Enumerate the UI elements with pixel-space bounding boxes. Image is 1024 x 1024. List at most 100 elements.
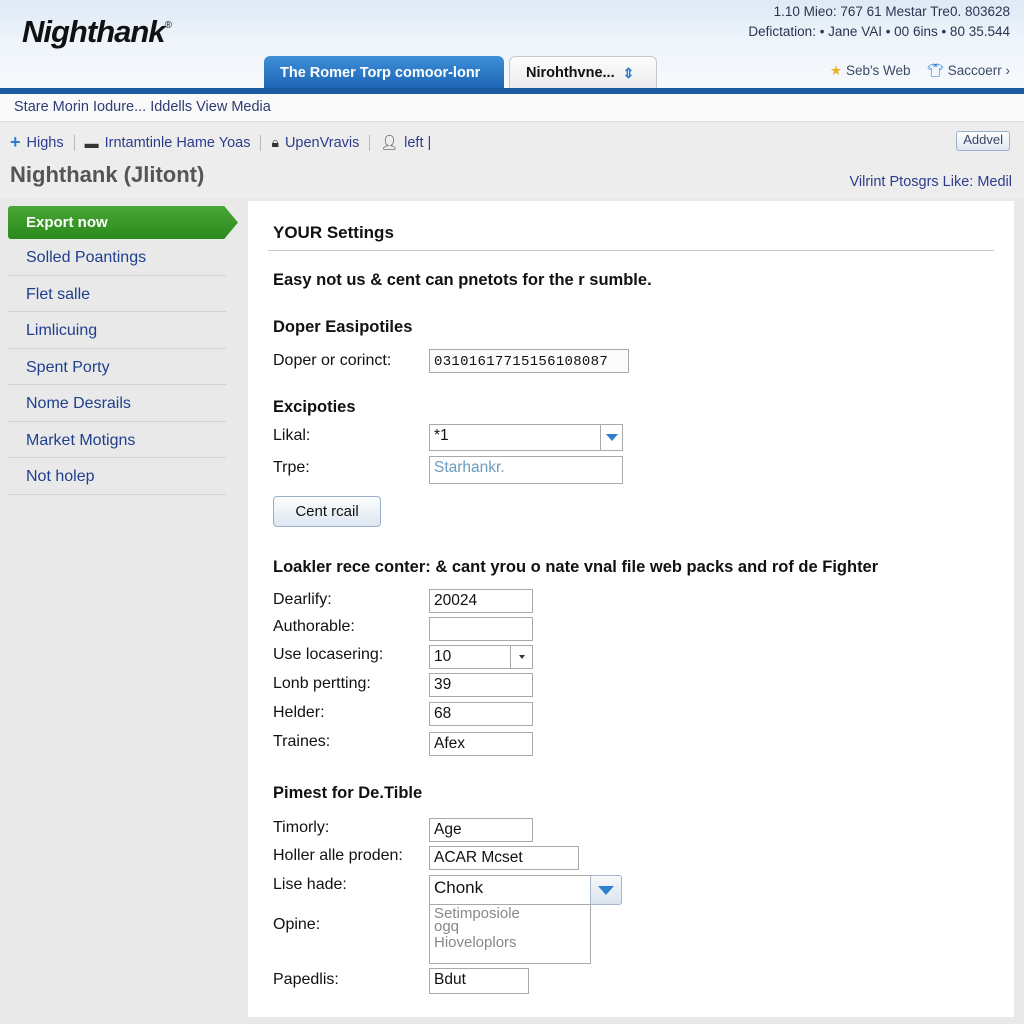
sidebar: Export now Solled Poantings Flet salle L… [8, 206, 240, 495]
tool-left[interactable]: 👤︎ left | [380, 134, 431, 151]
field-label: Papedlis: [273, 971, 339, 988]
sidebar-item[interactable]: Not holep [8, 458, 226, 495]
sidebar-item[interactable]: Flet salle [8, 276, 226, 312]
logo-text: Nighthank [22, 14, 166, 49]
lock-icon: 🔒︎ [271, 134, 279, 150]
type-input[interactable]: Starhankr. [429, 456, 623, 484]
input-value: 39 [434, 676, 452, 693]
lonb-pertting-input[interactable]: 39 [429, 673, 533, 697]
dropdown-button[interactable] [600, 425, 622, 450]
settings-panel: YOUR Settings Easy not us & cent can pne… [248, 201, 1014, 1017]
logo[interactable]: Nighthank® [22, 14, 172, 50]
select-value: Chonk [434, 878, 484, 897]
divider [369, 134, 371, 151]
sidebar-item[interactable]: Solled Poantings [8, 239, 226, 276]
tab-bar: The Romer Torp comoor-lonr Nirohthvne...… [264, 56, 657, 89]
link-sebs-web[interactable]: ★ Seb's Web [830, 63, 911, 79]
list-option[interactable]: Hioveloplors [434, 935, 586, 949]
chevron-down-icon [598, 885, 614, 895]
papedlis-input[interactable]: Bdut [429, 968, 529, 994]
section-heading: Loakler rece conter: & cant yrou o nate … [273, 558, 879, 576]
helder-input[interactable]: 68 [429, 702, 533, 726]
tab-romer-torp[interactable]: The Romer Torp comoor-lonr [264, 56, 504, 89]
right-link[interactable]: Vilrint Ptosgrs Like: Medil [849, 174, 1012, 190]
dropdown-button[interactable] [590, 875, 622, 905]
page-title: Nighthank (Jlitont) [10, 162, 205, 187]
sidebar-item[interactable]: Spent Porty [8, 349, 226, 385]
cent-rcail-button[interactable]: Cent rcail [273, 496, 381, 527]
divider [73, 134, 75, 151]
header-links: ★ Seb's Web 👕︎ Saccoerr › [830, 63, 1010, 79]
tool-irntamtinle[interactable]: ▬ Irntamtinle Hame Yoas [85, 135, 251, 151]
select-value: 10 [434, 648, 452, 665]
chevron-down-icon [605, 434, 618, 441]
input-value: Bdut [434, 971, 466, 988]
field-label: Opine: [273, 916, 321, 933]
tool-upenvravis[interactable]: 🔒︎ UpenVravis [271, 134, 359, 151]
panel-title: YOUR Settings [273, 223, 394, 242]
registered-mark: ® [164, 20, 172, 31]
sidebar-item[interactable]: Nome Desrails [8, 385, 226, 422]
link-label: Seb's Web [845, 63, 911, 78]
sidebar-item[interactable]: Market Motigns [8, 422, 226, 458]
section-heading: Pimest for De.Tible [273, 784, 423, 802]
doper-field[interactable]: 03101617715156108087 [429, 349, 629, 373]
divider [268, 250, 994, 251]
section-heading: Doper Easipotiles [273, 318, 413, 336]
divider [260, 134, 262, 151]
input-value: Age [434, 821, 462, 838]
tool-label: Highs [26, 134, 64, 151]
add-button[interactable]: Addvel [956, 131, 1010, 151]
tool-label: left | [404, 134, 432, 151]
field-label: Holler alle proden: [273, 847, 403, 864]
sidebar-item[interactable]: Limlicuing [8, 312, 226, 349]
sidebar-item-export-now[interactable]: Export now [8, 206, 238, 239]
field-label: Traines: [273, 733, 331, 750]
tool-label: UpenVravis [284, 134, 360, 151]
use-locasering-select[interactable]: 10 [429, 645, 533, 669]
monitor-icon: ▬ [84, 134, 99, 151]
opine-listbox[interactable]: Setimposiole ogq Hioveloplors [429, 904, 591, 964]
tab-nirohthvne[interactable]: Nirohthvne... ⇕ [509, 56, 657, 89]
input-value: ACAR Mcset [434, 849, 523, 866]
field-label: Authorable: [273, 618, 355, 635]
field-label: Lise hade: [273, 876, 347, 893]
likal-select[interactable]: *1 [429, 424, 623, 451]
tab-label: Nirohthvne... [526, 65, 615, 81]
field-label: Lonb pertting: [273, 675, 371, 692]
app-header: Nighthank® 1.10 Mieo: 767 61 Mestar Tre0… [0, 0, 1024, 90]
toolbar-items: + Highs ▬ Irntamtinle Hame Yoas 🔒︎ UpenVrav… [10, 132, 431, 153]
field-label: Likal: [273, 427, 311, 444]
tool-label: Irntamtinle Hame Yoas [104, 134, 251, 151]
user-icon: 👤︎ [380, 134, 399, 150]
input-value: 20024 [434, 592, 478, 609]
field-value: 03101617715156108087 [434, 354, 609, 370]
authorable-input[interactable] [429, 617, 533, 641]
dropdown-button[interactable] [510, 646, 532, 668]
traines-input[interactable]: Afex [429, 732, 533, 756]
menubar: Stare Morin Iodure... Iddells View Media [0, 94, 1024, 122]
field-label: Helder: [273, 704, 325, 721]
intro-text: Easy not us & cent can pnetots for the r… [273, 271, 652, 289]
field-label: Timorly: [273, 819, 330, 836]
field-label: Dearlify: [273, 591, 332, 608]
chevron-right-icon: › [1005, 63, 1011, 78]
tool-highs[interactable]: + Highs [10, 132, 64, 153]
shirt-icon: 👕︎ [926, 63, 944, 78]
meta-line-2: Defictation: • Jane VAI • 00 6ins • 80 3… [748, 24, 1010, 39]
meta-line-1: 1.10 Mieo: 767 61 Mestar Tre0. 803628 [773, 4, 1010, 19]
holler-alle-proden-input[interactable]: ACAR Mcset [429, 846, 579, 870]
dearlify-input[interactable]: 20024 [429, 589, 533, 613]
timorly-input[interactable]: Age [429, 818, 533, 842]
field-label: Trpe: [273, 459, 310, 476]
input-placeholder: Starhankr. [434, 459, 505, 476]
tab-label: The Romer Torp comoor-lonr [280, 64, 481, 81]
chevron-down-icon [518, 655, 525, 659]
menubar-text[interactable]: Stare Morin Iodure... Iddells View Media [14, 99, 271, 115]
lise-hade-select[interactable]: Chonk [429, 875, 622, 905]
input-value: 68 [434, 705, 452, 722]
section-heading: Excipoties [273, 398, 356, 416]
select-value: *1 [434, 427, 449, 444]
sort-arrows-icon[interactable]: ⇕ [623, 65, 635, 82]
link-saccoerr[interactable]: 👕︎ Saccoerr › [927, 63, 1010, 79]
